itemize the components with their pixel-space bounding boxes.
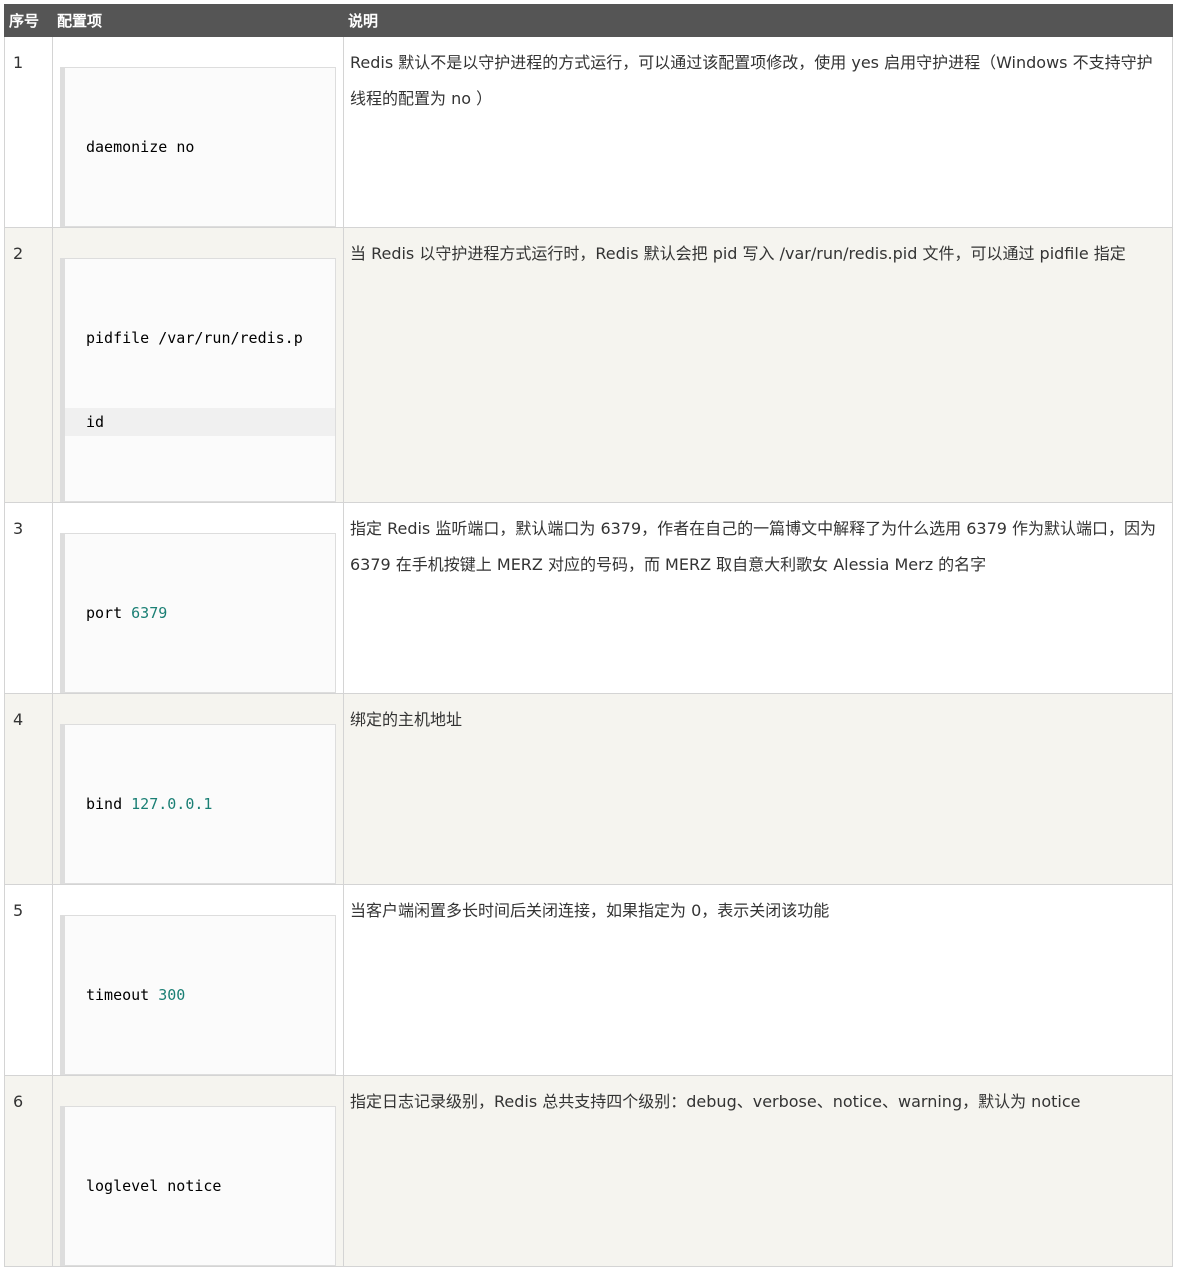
header-item: 配置项 [52, 4, 344, 37]
code-line: timeout 300 [86, 981, 325, 1009]
code-line: pidfile /var/run/redis.p [86, 324, 325, 352]
table-header: 序号 配置项 说明 [4, 4, 1173, 37]
code-block: bind 127.0.0.1 [60, 724, 336, 884]
header-num: 序号 [4, 4, 53, 37]
code-line: loglevel notice [86, 1172, 325, 1200]
config-value-continued: id [86, 413, 105, 431]
description: 指定 Redis 监听端口，默认端口为 6379，作者在自己的一篇博文中解释了为… [343, 502, 1173, 694]
code-block: loglevel notice [60, 1106, 336, 1266]
config-key: port [86, 604, 123, 622]
row-number: 6 [4, 1075, 53, 1267]
description: 绑定的主机地址 [343, 693, 1173, 885]
code-line: port 6379 [86, 599, 325, 627]
code-block: daemonize no [60, 67, 336, 227]
code-block: timeout 300 [60, 915, 336, 1075]
description: 指定日志记录级别，Redis 总共支持四个级别：debug、verbose、no… [343, 1075, 1173, 1267]
header-row: 序号 配置项 说明 [4, 4, 1173, 37]
config-key: bind [86, 795, 123, 813]
row-number: 5 [4, 884, 53, 1076]
table-body: 1 daemonize no Redis 默认不是以守护进程的方式运行，可以通过… [4, 36, 1173, 1267]
code-line: daemonize no [86, 133, 325, 161]
config-value: 6379 [131, 604, 168, 622]
header-desc: 说明 [343, 4, 1173, 37]
table-row: 4 bind 127.0.0.1 绑定的主机地址 [4, 693, 1173, 885]
config-value: no [176, 138, 195, 156]
config-item-cell: timeout 300 [52, 884, 344, 1076]
config-key: loglevel [86, 1177, 159, 1195]
config-value: notice [167, 1177, 222, 1195]
row-number: 1 [4, 36, 53, 228]
code-line: id [65, 408, 335, 436]
config-value: /var/run/redis.p [158, 329, 303, 347]
description: 当 Redis 以守护进程方式运行时，Redis 默认会把 pid 写入 /va… [343, 227, 1173, 503]
table-row: 1 daemonize no Redis 默认不是以守护进程的方式运行，可以通过… [4, 36, 1173, 228]
config-item-cell: bind 127.0.0.1 [52, 693, 344, 885]
code-block: port 6379 [60, 533, 336, 693]
code-block: pidfile /var/run/redis.p id [60, 258, 336, 502]
description: Redis 默认不是以守护进程的方式运行，可以通过该配置项修改，使用 yes 启… [343, 36, 1173, 228]
config-key: daemonize [86, 138, 168, 156]
config-item-cell: pidfile /var/run/redis.p id [52, 227, 344, 503]
table-row: 2 pidfile /var/run/redis.p id 当 Redis 以守… [4, 227, 1173, 503]
description: 当客户端闲置多长时间后关闭连接，如果指定为 0，表示关闭该功能 [343, 884, 1173, 1076]
table-row: 3 port 6379 指定 Redis 监听端口，默认端口为 6379，作者在… [4, 502, 1173, 694]
table-row: 6 loglevel notice 指定日志记录级别，Redis 总共支持四个级… [4, 1075, 1173, 1267]
row-number: 4 [4, 693, 53, 885]
table-row: 5 timeout 300 当客户端闲置多长时间后关闭连接，如果指定为 0，表示… [4, 884, 1173, 1076]
row-number: 3 [4, 502, 53, 694]
config-item-cell: loglevel notice [52, 1075, 344, 1267]
config-table: 序号 配置项 说明 1 daemonize no Redis 默认不是以守护进程… [4, 4, 1173, 1267]
code-line: bind 127.0.0.1 [86, 790, 325, 818]
config-item-cell: port 6379 [52, 502, 344, 694]
config-value: 300 [158, 986, 186, 1004]
config-value: 127.0.0.1 [131, 795, 213, 813]
row-number: 2 [4, 227, 53, 503]
config-key: timeout [86, 986, 150, 1004]
config-key: pidfile [86, 329, 150, 347]
config-item-cell: daemonize no [52, 36, 344, 228]
